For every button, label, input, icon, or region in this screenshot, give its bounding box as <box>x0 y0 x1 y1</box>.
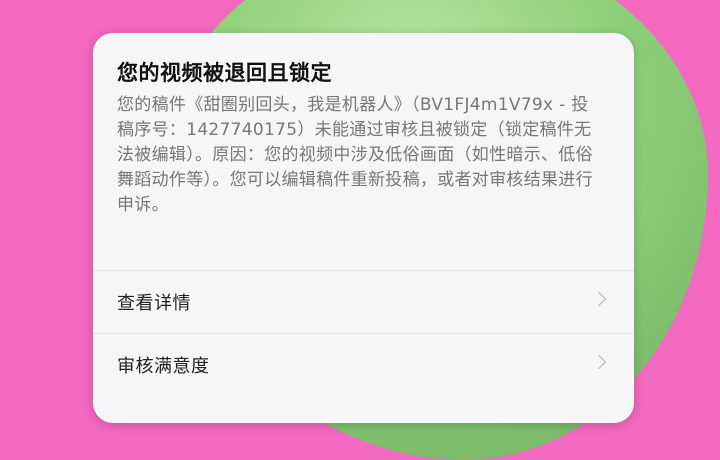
notification-title: 您的视频被退回且锁定 <box>117 61 332 85</box>
view-details-row[interactable]: 查看详情 <box>93 270 634 333</box>
notification-message: 您的稿件《甜圈别回头，我是机器人》（BV1FJ4m1V79x - 投稿序号：14… <box>117 95 593 215</box>
chevron-right-icon <box>591 354 607 370</box>
chevron-right-icon <box>591 291 607 307</box>
review-satisfaction-row[interactable]: 审核满意度 <box>93 333 634 396</box>
notification-card: 您的视频被退回且锁定 您的稿件《甜圈别回头，我是机器人》（BV1FJ4m1V79… <box>93 33 634 423</box>
review-satisfaction-label: 审核满意度 <box>117 356 210 377</box>
view-details-label: 查看详情 <box>117 293 191 314</box>
